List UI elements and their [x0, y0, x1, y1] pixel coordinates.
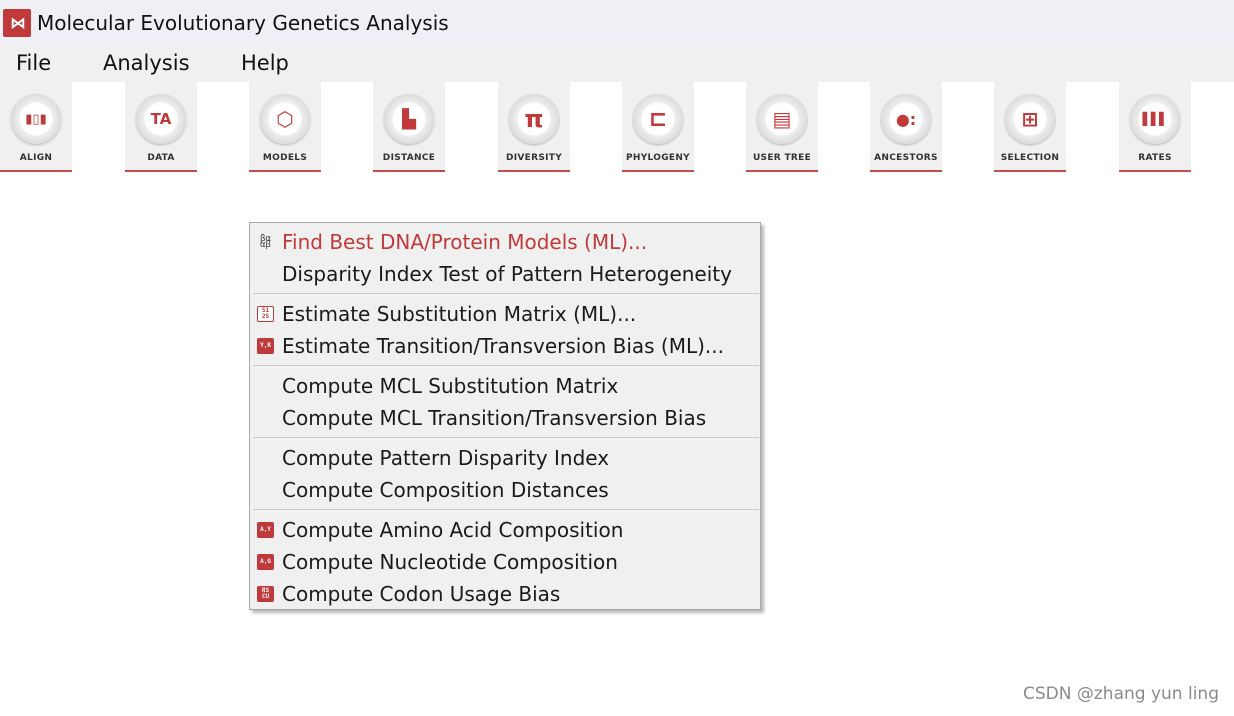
- menu-item-label: Compute MCL Substitution Matrix: [282, 374, 619, 398]
- codon-icon: RS CU: [257, 586, 274, 602]
- tool-label: SELECTION: [1000, 153, 1060, 163]
- menu-separator: [253, 437, 759, 438]
- substitution-matrix-icon: S1 2S: [257, 306, 274, 322]
- selection-icon: ⊞: [1021, 107, 1039, 131]
- user-tree-icon: ▤: [772, 107, 792, 131]
- nucleotide-icon: A,G: [257, 554, 274, 570]
- models-icon: ⬡: [276, 107, 294, 131]
- toolbar: ▮▯▮ ALIGN TA DATA ⬡ MODELS ▙ DISTANCE π …: [0, 82, 1234, 174]
- amino-acid-icon: A,Y: [257, 522, 274, 538]
- watermark: CSDN @zhang yun ling: [1023, 684, 1219, 704]
- menu-help[interactable]: Help: [241, 51, 289, 75]
- menu-separator: [253, 365, 759, 366]
- menu-item-estimate-substitution-matrix[interactable]: S1 2S Estimate Substitution Matrix (ML).…: [250, 298, 760, 330]
- menu-item-label: Estimate Transition/Transversion Bias (M…: [282, 334, 725, 358]
- menu-item-label: Find Best DNA/Protein Models (ML)...: [282, 230, 648, 254]
- menu-item-estimate-ts-tv-bias[interactable]: Y,R Estimate Transition/Transversion Bia…: [250, 330, 760, 362]
- menu-item-label: Compute Pattern Disparity Index: [282, 446, 610, 470]
- tool-data[interactable]: TA DATA: [125, 82, 197, 172]
- tool-label: PHYLOGENY: [626, 153, 690, 163]
- menu-separator: [253, 509, 759, 510]
- menu-item-label: Compute Amino Acid Composition: [282, 518, 624, 542]
- distance-icon: ▙: [402, 108, 416, 130]
- menu-item-find-best-models[interactable]: βα αβ Find Best DNA/Protein Models (ML).…: [250, 226, 760, 258]
- tool-label: ANCESTORS: [874, 153, 938, 163]
- menu-item-label: Estimate Substitution Matrix (ML)...: [282, 302, 637, 326]
- tool-label: USER TREE: [752, 153, 812, 163]
- yr-icon: Y,R: [257, 338, 274, 354]
- menu-item-composition-distances[interactable]: Compute Composition Distances: [250, 474, 760, 506]
- menu-item-mcl-substitution-matrix[interactable]: Compute MCL Substitution Matrix: [250, 370, 760, 402]
- phylogeny-icon: ⊏: [648, 106, 668, 132]
- menu-item-nucleotide-composition[interactable]: A,G Compute Nucleotide Composition: [250, 546, 760, 578]
- title-bar: ⋈ Molecular Evolutionary Genetics Analys…: [0, 0, 1234, 46]
- tool-diversity[interactable]: π DIVERSITY: [498, 82, 570, 172]
- tool-label: MODELS: [262, 153, 308, 163]
- tool-label: RATES: [1138, 153, 1172, 163]
- tool-label: DIVERSITY: [505, 153, 563, 163]
- menu-item-label: Compute Composition Distances: [282, 478, 609, 502]
- ancestors-icon: ●:: [895, 109, 917, 129]
- menu-item-label: Compute Codon Usage Bias: [282, 582, 561, 606]
- menu-bar: File Analysis Help: [0, 46, 1234, 82]
- menu-analysis[interactable]: Analysis: [103, 51, 190, 75]
- alpha-beta-icon: βα αβ: [260, 234, 271, 250]
- rates-icon: ▌▌▌: [1142, 112, 1169, 126]
- tool-user-tree[interactable]: ▤ USER TREE: [746, 82, 818, 172]
- align-icon: ▮▯▮: [25, 111, 47, 127]
- data-icon: TA: [150, 110, 172, 128]
- tool-label: DISTANCE: [382, 153, 436, 163]
- menu-separator: [253, 293, 759, 294]
- models-dropdown-menu: βα αβ Find Best DNA/Protein Models (ML).…: [249, 222, 761, 610]
- tool-ancestors[interactable]: ●: ANCESTORS: [870, 82, 942, 172]
- tool-selection[interactable]: ⊞ SELECTION: [994, 82, 1066, 172]
- menu-item-label: Compute Nucleotide Composition: [282, 550, 618, 574]
- mega-logo-icon: ⋈: [3, 9, 31, 37]
- menu-item-disparity-index-test[interactable]: Disparity Index Test of Pattern Heteroge…: [250, 258, 760, 290]
- tool-label: DATA: [147, 153, 175, 163]
- menu-file[interactable]: File: [16, 51, 51, 75]
- tool-models[interactable]: ⬡ MODELS: [249, 82, 321, 172]
- tool-phylogeny[interactable]: ⊏ PHYLOGENY: [622, 82, 694, 172]
- tool-label: ALIGN: [19, 153, 53, 163]
- menu-item-amino-acid-composition[interactable]: A,Y Compute Amino Acid Composition: [250, 514, 760, 546]
- menu-item-label: Disparity Index Test of Pattern Heteroge…: [282, 262, 732, 286]
- menu-item-mcl-ts-tv-bias[interactable]: Compute MCL Transition/Transversion Bias: [250, 402, 760, 434]
- tool-distance[interactable]: ▙ DISTANCE: [373, 82, 445, 172]
- window-title: Molecular Evolutionary Genetics Analysis: [37, 11, 449, 35]
- menu-item-codon-usage-bias[interactable]: RS CU Compute Codon Usage Bias: [250, 578, 760, 610]
- menu-item-label: Compute MCL Transition/Transversion Bias: [282, 406, 707, 430]
- tool-align[interactable]: ▮▯▮ ALIGN: [0, 82, 72, 172]
- menu-item-pattern-disparity-index[interactable]: Compute Pattern Disparity Index: [250, 442, 760, 474]
- tool-rates[interactable]: ▌▌▌ RATES: [1119, 82, 1191, 172]
- diversity-icon: π: [524, 105, 544, 133]
